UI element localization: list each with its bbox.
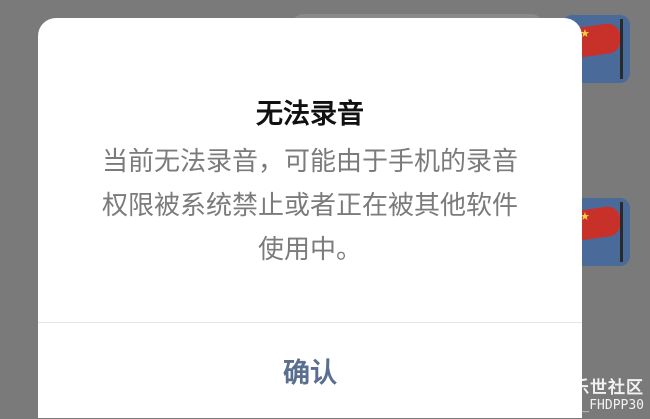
watermark-brand: 盖乐世社区 — [554, 378, 644, 398]
flag-pole — [620, 202, 623, 262]
watermark: 盖乐世社区 @GC_FHDPP30 — [554, 379, 644, 415]
confirm-button[interactable]: 确认 — [38, 323, 582, 418]
flag-pole — [620, 19, 623, 79]
dialog-title: 无法录音 — [256, 99, 364, 130]
dialog-message: 当前无法录音，可能由于手机的录音 权限被系统禁止或者正在被其他软件 使用中。 — [82, 140, 538, 272]
dialog-message-line: 权限被系统禁止或者正在被其他软件 — [101, 191, 518, 221]
alert-dialog: 无法录音 当前无法录音，可能由于手机的录音 权限被系统禁止或者正在被其他软件 使… — [38, 18, 582, 418]
watermark-handle: @GC_FHDPP30 — [557, 398, 644, 413]
dialog-message-line: 使用中。 — [257, 235, 362, 265]
dialog-message-line: 当前无法录音，可能由于手机的录音 — [101, 147, 518, 177]
